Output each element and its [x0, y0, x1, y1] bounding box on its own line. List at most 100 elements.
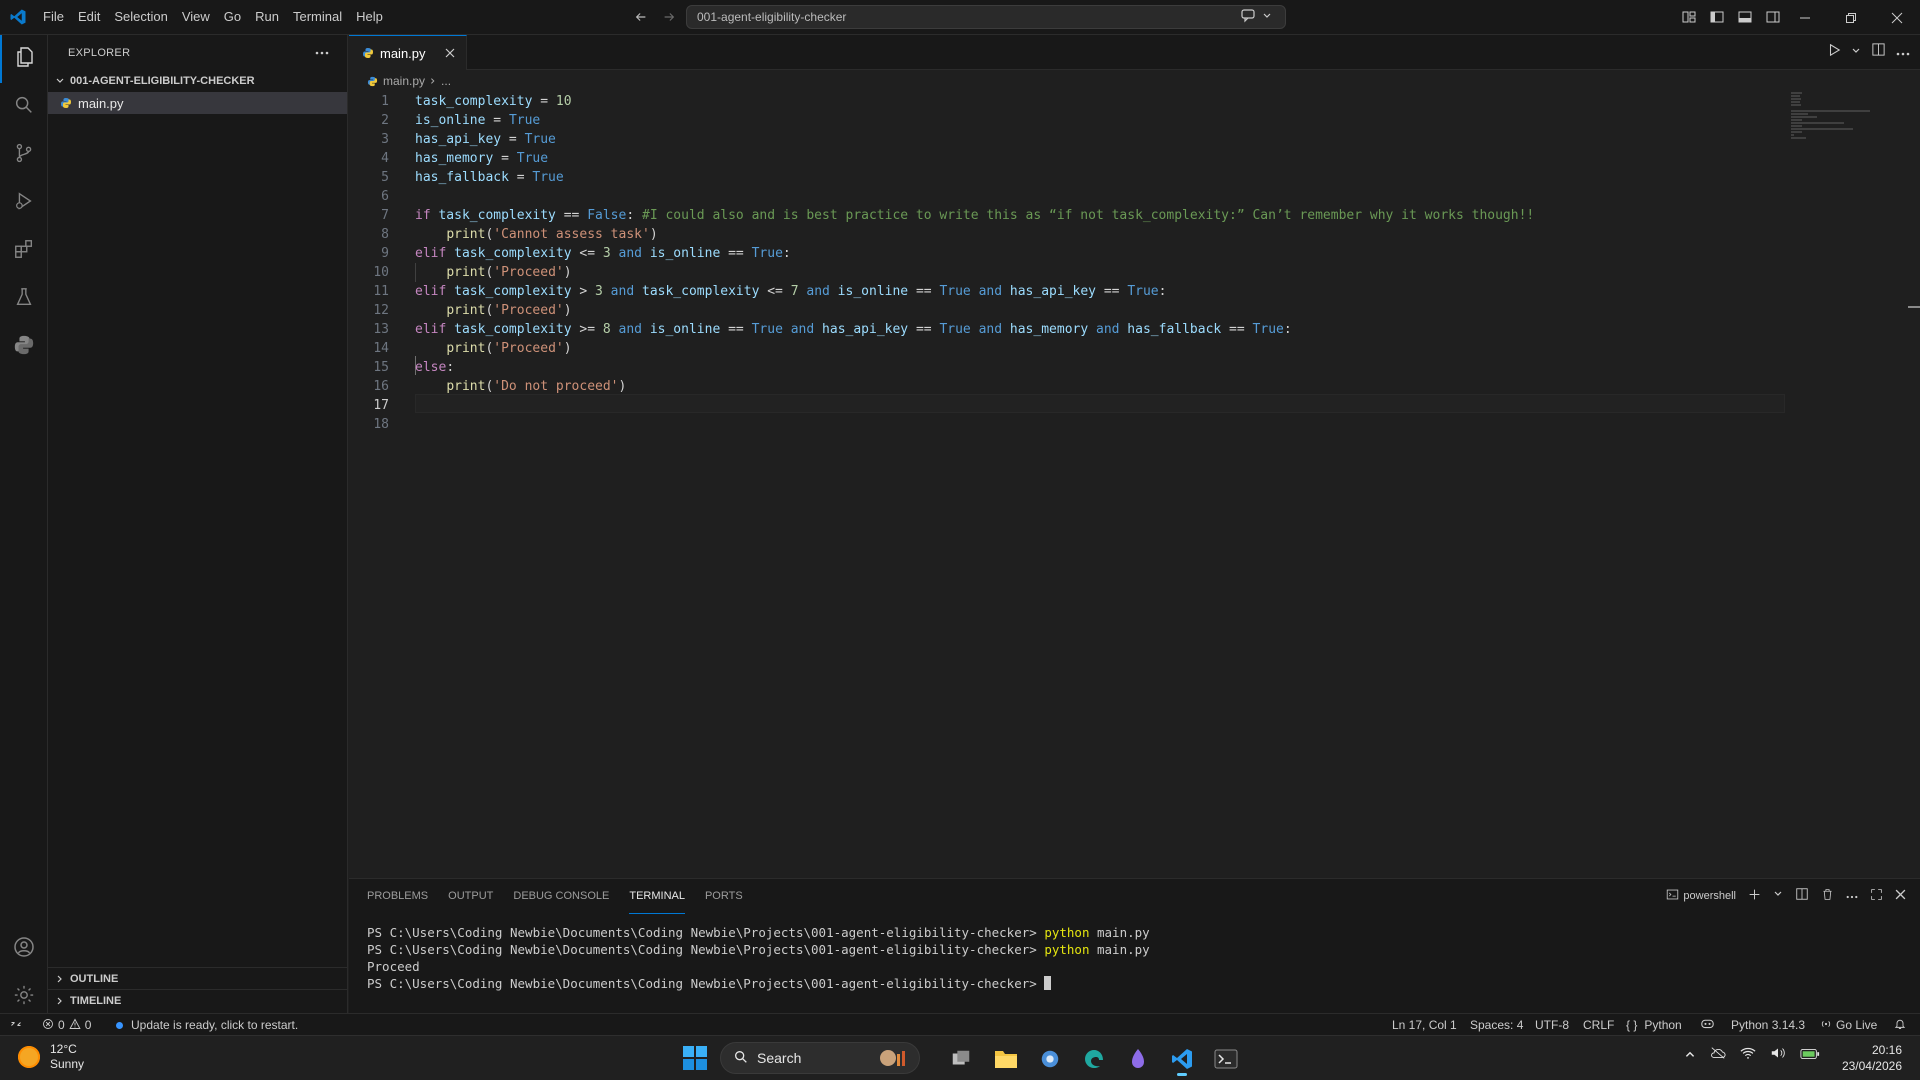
code-line[interactable]: 9 elif task_complexity <= 3 and is_online… — [349, 244, 1789, 263]
tab-output[interactable]: OUTPUT — [448, 879, 493, 914]
menu-help[interactable]: Help — [349, 5, 390, 29]
cursor-position[interactable]: Ln 17, Col 1 — [1392, 1014, 1457, 1036]
terminal-output[interactable]: PS C:\Users\Coding Newbie\Documents\Codi… — [367, 924, 1150, 992]
run-python-file-icon[interactable] — [1827, 43, 1841, 62]
maximize-panel-icon[interactable] — [1870, 888, 1883, 904]
code-line[interactable]: 10 print('Proceed') — [349, 263, 1789, 282]
taskbar-search[interactable]: Search — [720, 1042, 920, 1074]
weather-widget[interactable]: 12°C Sunny — [18, 1042, 84, 1072]
code-line[interactable]: 1 task_complexity = 10 — [349, 92, 1789, 111]
tab-ports[interactable]: PORTS — [705, 879, 743, 914]
file-item-main-py[interactable]: main.py — [48, 92, 347, 114]
menu-view[interactable]: View — [175, 5, 217, 29]
language-mode[interactable]: { } Python — [1626, 1014, 1682, 1036]
task-view-icon[interactable] — [944, 1042, 978, 1076]
close-window-icon[interactable] — [1874, 0, 1920, 35]
toggle-panel-icon[interactable] — [1734, 6, 1756, 28]
more-actions-icon[interactable] — [312, 43, 332, 63]
split-editor-icon[interactable] — [1871, 42, 1886, 62]
code-line[interactable]: 15 else: — [349, 358, 1789, 377]
code-line[interactable]: 2 is_online = True — [349, 111, 1789, 130]
workspace-folder-header[interactable]: 001-AGENT-ELIGIBILITY-CHECKER — [48, 70, 347, 92]
command-center-search[interactable]: 001-agent-eligibility-checker — [686, 5, 1286, 29]
indentation[interactable]: Spaces: 4 — [1470, 1014, 1523, 1036]
code-line[interactable]: 6 — [349, 187, 1789, 206]
restore-icon[interactable] — [1828, 0, 1874, 35]
python-activity-button[interactable] — [0, 323, 48, 371]
update-notification[interactable]: Update is ready, click to restart. — [116, 1014, 298, 1036]
testing-activity-button[interactable] — [0, 275, 48, 323]
explorer-activity-button[interactable] — [0, 35, 48, 83]
source-control-activity-button[interactable] — [0, 131, 48, 179]
code-line[interactable]: 16 print('Do not proceed') — [349, 377, 1789, 396]
copilot-status[interactable] — [1700, 1014, 1715, 1036]
code-line[interactable]: 4 has_memory = True — [349, 149, 1789, 168]
run-debug-activity-button[interactable] — [0, 179, 48, 227]
code-line[interactable]: 11 elif task_complexity > 3 and task_comp… — [349, 282, 1789, 301]
timeline-section-header[interactable]: TIMELINE — [48, 989, 348, 1011]
more-actions-icon[interactable] — [1846, 890, 1858, 902]
chevron-down-icon[interactable] — [1851, 43, 1861, 61]
split-terminal-icon[interactable] — [1795, 887, 1809, 904]
copilot-chat-button[interactable] — [1240, 6, 1272, 28]
edge-browser-icon[interactable] — [1077, 1042, 1111, 1076]
notifications-bell[interactable] — [1894, 1014, 1906, 1036]
code-line[interactable]: 18 — [349, 415, 1789, 434]
code-line[interactable]: 12 print('Proceed') — [349, 301, 1789, 320]
vscode-taskbar-icon[interactable] — [1165, 1042, 1199, 1076]
tab-problems[interactable]: PROBLEMS — [367, 879, 428, 914]
menu-go[interactable]: Go — [217, 5, 248, 29]
system-clock[interactable]: 20:16 23/04/2026 — [1842, 1042, 1902, 1074]
volume-icon[interactable] — [1770, 1046, 1786, 1065]
toggle-secondary-sidebar-icon[interactable] — [1762, 6, 1784, 28]
arrow-left-icon[interactable] — [632, 6, 650, 28]
customize-layout-icon[interactable] — [1678, 6, 1700, 28]
close-icon[interactable] — [442, 45, 458, 61]
problems-indicator[interactable]: 0 0 — [42, 1014, 91, 1036]
accounts-activity-button[interactable] — [0, 925, 48, 973]
menu-edit[interactable]: Edit — [71, 5, 107, 29]
search-activity-button[interactable] — [0, 83, 48, 131]
code-line[interactable]: 8 print('Cannot assess task') — [349, 225, 1789, 244]
toggle-primary-sidebar-icon[interactable] — [1706, 6, 1728, 28]
breadcrumb-file[interactable]: main.py — [383, 74, 425, 88]
terminal-shell-selector[interactable]: powershell — [1666, 888, 1736, 904]
battery-icon[interactable] — [1800, 1047, 1820, 1065]
menu-selection[interactable]: Selection — [107, 5, 174, 29]
tab-debug-console[interactable]: DEBUG CONSOLE — [513, 879, 609, 914]
tab-main-py[interactable]: main.py — [349, 35, 467, 70]
purple-app-icon[interactable] — [1121, 1042, 1155, 1076]
cloud-offline-icon[interactable] — [1710, 1046, 1726, 1065]
trash-icon[interactable] — [1821, 888, 1834, 904]
menu-run[interactable]: Run — [248, 5, 286, 29]
chevron-down-icon[interactable] — [1773, 889, 1783, 902]
windows-start-icon[interactable] — [682, 1045, 708, 1071]
minimap[interactable] — [1791, 92, 1901, 139]
more-actions-icon[interactable] — [1896, 43, 1910, 61]
breadcrumb-symbols[interactable]: ... — [441, 74, 451, 88]
end-of-line[interactable]: CRLF — [1583, 1014, 1614, 1036]
settings-app-icon[interactable] — [1033, 1042, 1067, 1076]
code-line[interactable]: 13 elif task_complexity >= 8 and is_onlin… — [349, 320, 1789, 339]
terminal-app-icon[interactable] — [1209, 1042, 1243, 1076]
code-line[interactable]: 17 — [349, 396, 1789, 415]
code-line[interactable]: 3 has_api_key = True — [349, 130, 1789, 149]
chevron-up-icon[interactable] — [1684, 1047, 1696, 1065]
outline-section-header[interactable]: OUTLINE — [48, 967, 348, 989]
minimize-icon[interactable] — [1782, 0, 1828, 35]
remote-indicator[interactable] — [10, 1014, 22, 1036]
wifi-icon[interactable] — [1740, 1046, 1756, 1065]
code-editor[interactable]: 1 task_complexity = 10 2 is_online = True 3 h… — [349, 92, 1789, 434]
encoding[interactable]: UTF-8 — [1535, 1014, 1569, 1036]
python-interpreter[interactable]: Python 3.14.3 — [1731, 1014, 1805, 1036]
new-terminal-icon[interactable] — [1748, 888, 1761, 904]
tab-terminal[interactable]: TERMINAL — [629, 879, 685, 914]
code-line[interactable]: 14 print('Proceed') — [349, 339, 1789, 358]
menu-file[interactable]: File — [35, 5, 71, 29]
menu-terminal[interactable]: Terminal — [286, 5, 349, 29]
close-panel-icon[interactable] — [1895, 889, 1906, 903]
code-line[interactable]: 5 has_fallback = True — [349, 168, 1789, 187]
arrow-right-icon[interactable] — [660, 6, 678, 28]
go-live-button[interactable]: Go Live — [1820, 1014, 1877, 1036]
code-line[interactable]: 7 if task_complexity == False: #I could a… — [349, 206, 1789, 225]
